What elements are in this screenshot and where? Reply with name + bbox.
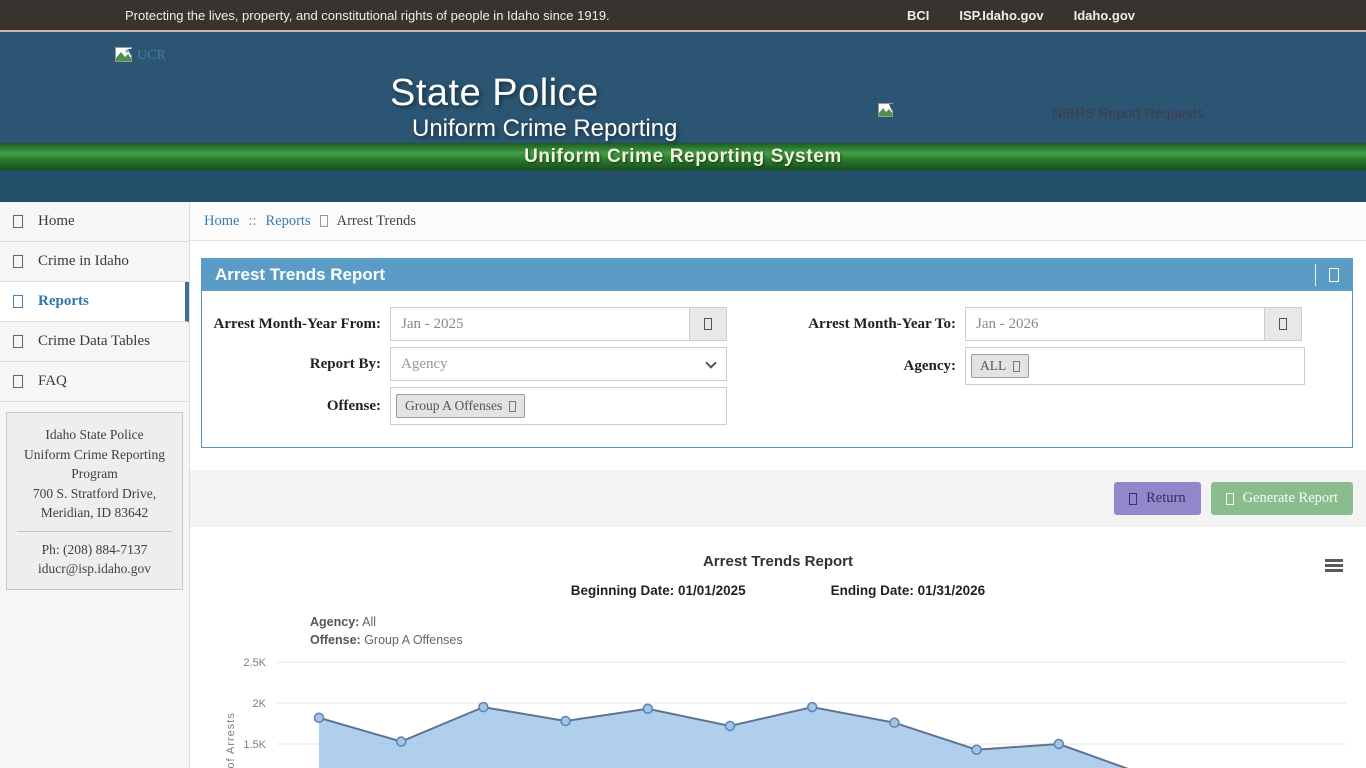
- panel-header: Arrest Trends Report: [201, 258, 1353, 291]
- sidebar-item-faq[interactable]: FAQ: [0, 362, 189, 402]
- sidebar-item-crime-in-idaho[interactable]: Crime in Idaho: [0, 242, 189, 282]
- contact-divider: [17, 531, 172, 532]
- agency-chip[interactable]: ALL: [971, 354, 1029, 378]
- system-banner: Uniform Crime Reporting System: [0, 143, 1366, 170]
- arrest-trends-chart: 2.5K2K1.5K1KNumber of Arrests: [220, 635, 1366, 768]
- logo-alt-text: UCR: [137, 48, 166, 64]
- sidebar-item-home[interactable]: Home: [0, 202, 189, 242]
- agency-field[interactable]: ALL: [965, 347, 1305, 385]
- beginning-date: Beginning Date: 01/01/2025: [571, 583, 746, 598]
- arrest-trends-panel: Arrest Trends Report Arrest Month-Year F…: [201, 258, 1353, 448]
- report-by-value: Agency: [401, 356, 448, 373]
- return-button-label: Return: [1146, 490, 1185, 507]
- from-date-input[interactable]: [390, 307, 690, 341]
- sidebar-item-label: Crime Data Tables: [38, 333, 150, 350]
- nibrs-report-requests-link[interactable]: NIBRS Report Requests: [1052, 105, 1204, 121]
- breadcrumb-reports-link[interactable]: Reports: [266, 213, 311, 230]
- link-bci[interactable]: BCI: [907, 8, 929, 23]
- crime-data-tables-icon: [13, 335, 23, 348]
- from-date-label: Arrest Month-Year From:: [202, 316, 390, 333]
- svg-text:Number of Arrests: Number of Arrests: [225, 712, 237, 768]
- contact-org-line: Program: [13, 464, 176, 484]
- return-icon: [1129, 493, 1137, 505]
- panel-header-divider: [1315, 264, 1316, 286]
- offense-chip[interactable]: Group A Offenses: [396, 394, 525, 418]
- contact-org-line: Idaho State Police: [13, 425, 176, 445]
- system-banner-text: Uniform Crime Reporting System: [524, 146, 842, 168]
- chart-title: Arrest Trends Report: [190, 535, 1366, 570]
- remove-icon[interactable]: [1013, 361, 1020, 372]
- offense-field[interactable]: Group A Offenses: [390, 387, 727, 425]
- to-date-input[interactable]: [965, 307, 1265, 341]
- report-section: Arrest Trends Report Beginning Date: 01/…: [190, 535, 1366, 768]
- breadcrumb-home-link[interactable]: Home: [204, 213, 239, 230]
- meta-agency-value: All: [362, 615, 376, 629]
- panel-title: Arrest Trends Report: [215, 265, 1315, 285]
- crime-in-idaho-icon: [13, 255, 23, 268]
- action-strip: Return Generate Report: [190, 470, 1366, 527]
- broken-image-icon: [878, 103, 896, 123]
- main-content: Home :: Reports Arrest Trends Arrest Tre…: [190, 202, 1366, 768]
- chart-menu-icon[interactable]: [1325, 559, 1343, 574]
- sidebar-item-label: Crime in Idaho: [38, 253, 129, 270]
- generate-button-label: Generate Report: [1243, 490, 1338, 507]
- breadcrumb: Home :: Reports Arrest Trends: [190, 202, 1366, 241]
- return-button[interactable]: Return: [1114, 482, 1200, 515]
- breadcrumb-separator: ::: [248, 213, 256, 230]
- breadcrumb-current: Arrest Trends: [337, 213, 416, 230]
- from-calendar-button[interactable]: [690, 307, 727, 341]
- to-calendar-button[interactable]: [1265, 307, 1302, 341]
- top-links: BCI ISP.Idaho.gov Idaho.gov: [907, 8, 1135, 23]
- broken-image-icon: [115, 47, 135, 64]
- contact-org-line: Uniform Crime Reporting: [13, 445, 176, 465]
- collapse-icon[interactable]: [1329, 268, 1339, 282]
- sidebar-item-crime-data-tables[interactable]: Crime Data Tables: [0, 322, 189, 362]
- report-by-select[interactable]: Agency: [390, 347, 727, 381]
- breadcrumb-separator-icon: [320, 215, 328, 227]
- sidebar-item-label: Home: [38, 213, 75, 230]
- faq-icon: [13, 375, 23, 388]
- generate-icon: [1226, 493, 1234, 505]
- agency-chip-label: ALL: [980, 358, 1006, 374]
- ending-date: Ending Date: 01/31/2026: [831, 583, 986, 598]
- offense-chip-label: Group A Offenses: [405, 398, 502, 414]
- link-idaho-gov[interactable]: Idaho.gov: [1074, 8, 1135, 23]
- contact-phone: Ph: (208) 884-7137: [13, 540, 176, 560]
- contact-address-line: 700 S. Stratford Drive,: [13, 484, 176, 504]
- agency-label: Agency:: [780, 358, 965, 375]
- reports-icon: [13, 295, 23, 308]
- site-header: UCR State Police Uniform Crime Reporting…: [0, 30, 1366, 143]
- svg-text:2K: 2K: [253, 698, 267, 710]
- sidebar-item-label: Reports: [38, 293, 89, 310]
- header-title: State Police: [390, 72, 599, 115]
- home-icon: [13, 215, 23, 228]
- link-isp-idaho-gov[interactable]: ISP.Idaho.gov: [959, 8, 1043, 23]
- calendar-icon: [704, 318, 712, 330]
- report-by-label: Report By:: [202, 356, 390, 373]
- report-dates: Beginning Date: 01/01/2025 Ending Date: …: [190, 583, 1366, 598]
- svg-text:1.5K: 1.5K: [243, 739, 266, 751]
- calendar-icon: [1279, 318, 1287, 330]
- contact-email[interactable]: iducr@isp.idaho.gov: [13, 559, 176, 579]
- header-sub-strip: [0, 170, 1366, 202]
- generate-report-button[interactable]: Generate Report: [1211, 482, 1353, 515]
- remove-icon[interactable]: [509, 401, 516, 412]
- sidebar-item-reports[interactable]: Reports: [0, 282, 189, 322]
- panel-body: Arrest Month-Year From: Report By: Agenc…: [201, 291, 1353, 448]
- header-subtitle: Uniform Crime Reporting: [412, 115, 677, 143]
- sidebar-item-label: FAQ: [38, 373, 67, 390]
- contact-address-line: Meridian, ID 83642: [13, 503, 176, 523]
- to-date-label: Arrest Month-Year To:: [780, 316, 965, 333]
- sidebar: Home Crime in Idaho Reports Crime Data T…: [0, 202, 190, 768]
- contact-card: Idaho State Police Uniform Crime Reporti…: [6, 412, 183, 590]
- ucr-logo[interactable]: UCR: [115, 47, 166, 64]
- svg-text:2.5K: 2.5K: [243, 657, 266, 669]
- agency-tagline: Protecting the lives, property, and cons…: [125, 8, 610, 23]
- meta-agency-label: Agency:: [310, 615, 359, 629]
- offense-label: Offense:: [202, 398, 390, 415]
- top-bar: Protecting the lives, property, and cons…: [0, 0, 1366, 30]
